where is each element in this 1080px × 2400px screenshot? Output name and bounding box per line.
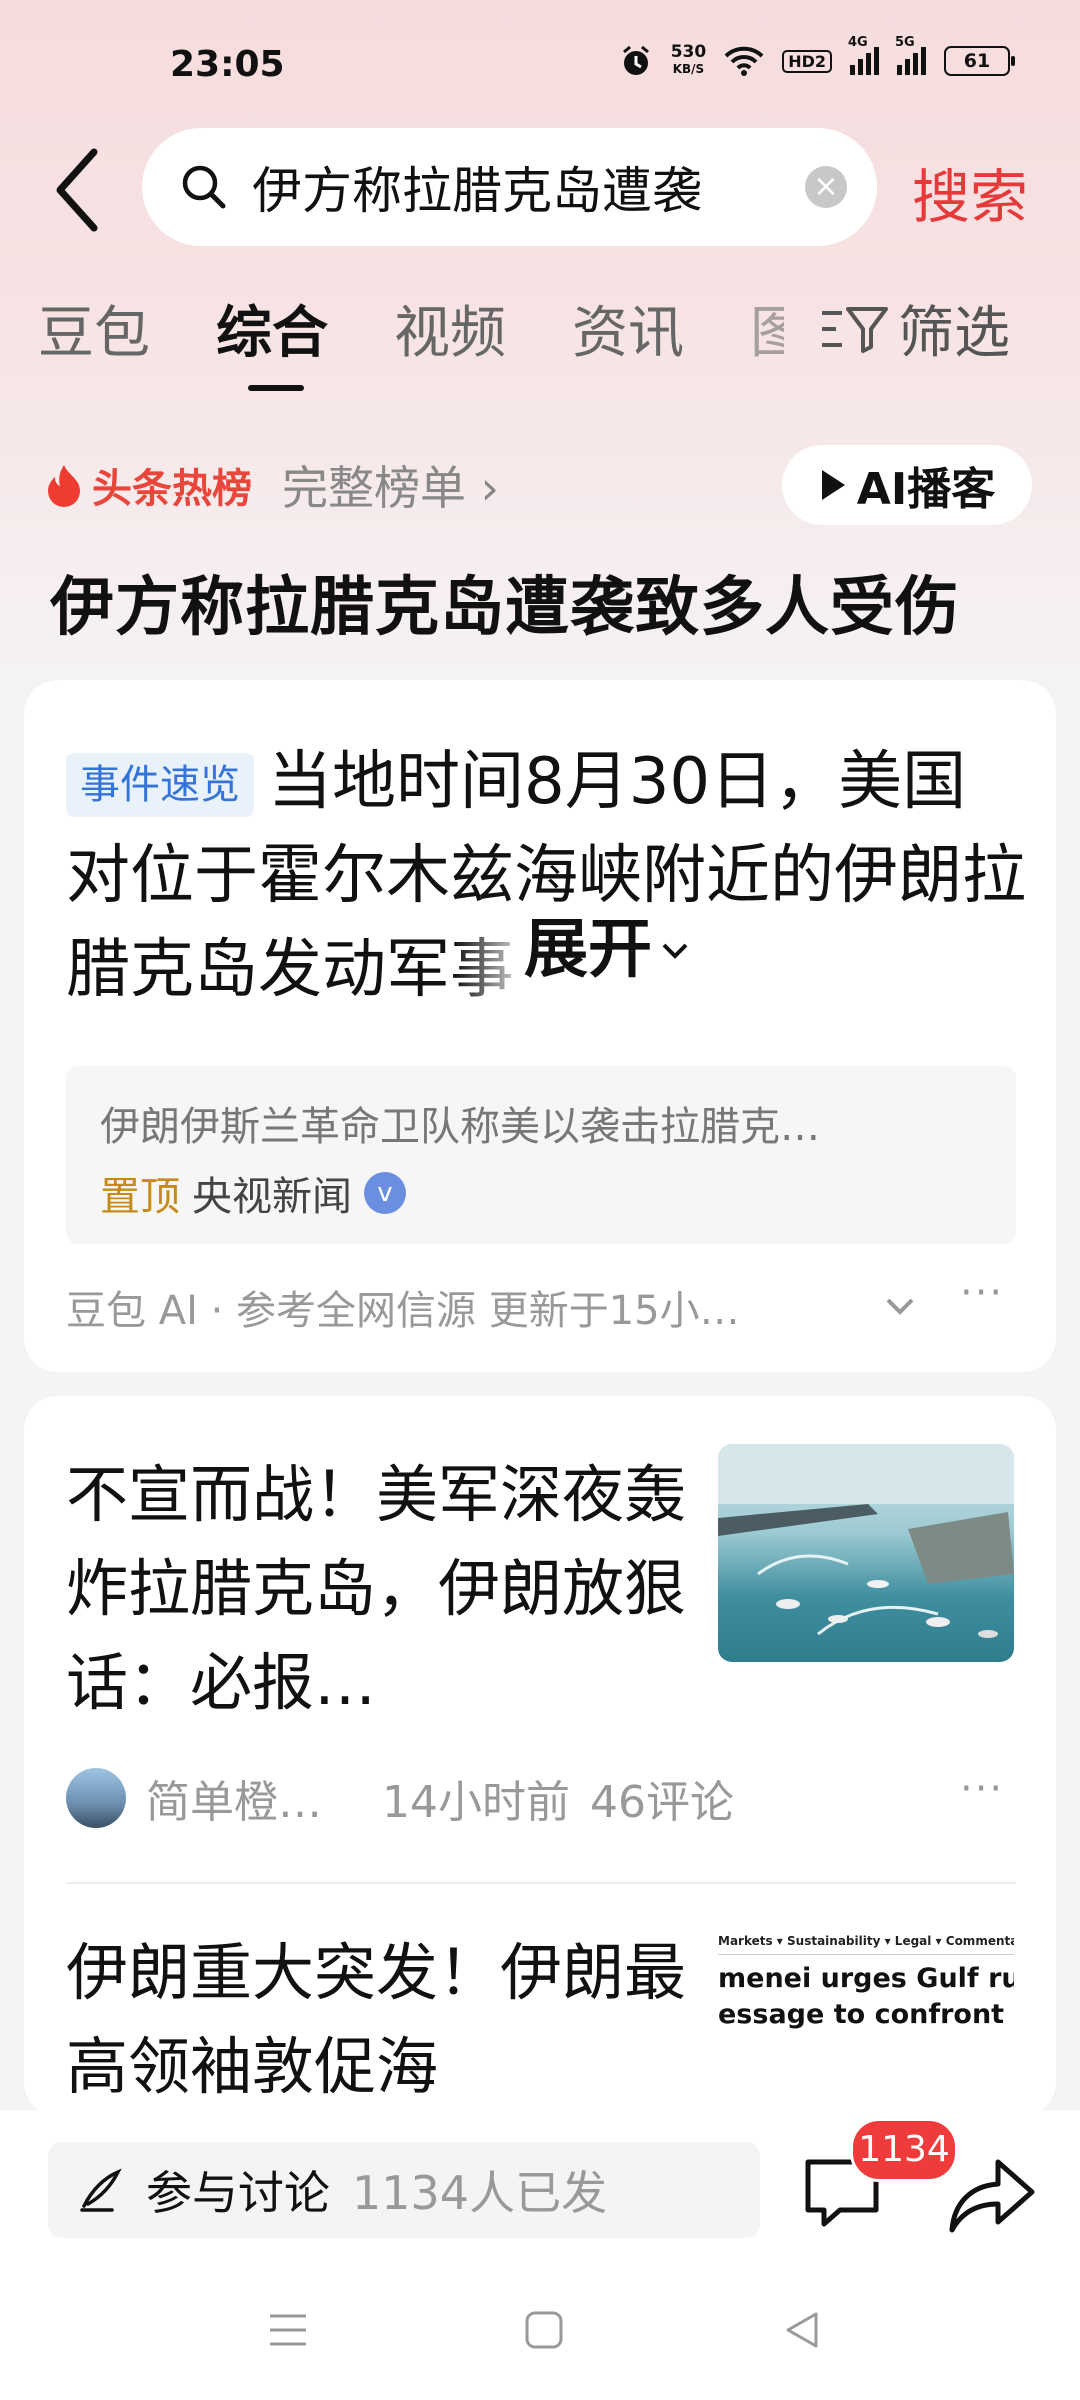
expand-button[interactable]: 展开 — [524, 903, 692, 997]
summary-card[interactable]: 事件速览 当地时间8月30日，美国对位于霍尔木兹海峡附近的伊朗拉腊克岛发动军事 展… — [24, 680, 1056, 1372]
news-title[interactable]: 伊朗重大突发！伊朗最高领袖敦促海 — [66, 1926, 686, 2114]
news-comments: 46评论 — [590, 1777, 734, 1828]
pinned-source-box[interactable]: 伊朗伊斯兰革命卫队称美以袭击拉腊克… 置顶 央视新闻 v — [66, 1066, 1016, 1244]
filter-button[interactable]: 筛选 — [820, 288, 1010, 369]
author-name[interactable]: 简单橙… — [146, 1766, 322, 1830]
ai-podcast-button[interactable]: AI播客 — [782, 445, 1032, 525]
news-card: 不宣而战！美军深夜轰炸拉腊克岛，伊朗放狠话：必报… 简单橙… 14小时前 46评… — [24, 1396, 1056, 2126]
tab-news[interactable]: 资讯 — [572, 288, 684, 369]
discuss-label: 参与讨论 — [146, 2166, 330, 2220]
hot-list-row[interactable]: 头条热榜 完整榜单 › — [46, 452, 499, 518]
signal-5g-icon: 5G — [895, 35, 926, 75]
event-badge: 事件速览 — [66, 753, 254, 818]
news-thumbnail[interactable] — [718, 1444, 1014, 1662]
comment-count-badge: 1134 — [850, 2118, 958, 2182]
back-arrow-icon[interactable] — [48, 140, 108, 240]
collapse-chevron-icon[interactable] — [882, 1288, 918, 1324]
expand-label: 展开 — [524, 913, 652, 987]
boats-image — [718, 1444, 1014, 1638]
pinned-label: 置顶 — [100, 1174, 180, 1220]
share-icon[interactable] — [948, 2156, 1038, 2236]
status-time: 23:05 — [170, 44, 285, 85]
more-icon[interactable]: ··· — [960, 1270, 1004, 1316]
pinned-text: 伊朗伊斯兰革命卫队称美以袭击拉腊克… — [100, 1104, 820, 1150]
source-name: 央视新闻 — [192, 1174, 352, 1220]
tab-images[interactable]: 图 — [750, 288, 784, 369]
alarm-icon — [622, 45, 649, 75]
thumbnail-nav-text: Markets ▾ Sustainability ▾ Legal ▾ Comme… — [718, 1934, 1014, 1948]
author-avatar[interactable] — [66, 1768, 126, 1828]
back-icon[interactable] — [782, 2310, 822, 2350]
hot-list-label: 头条热榜 — [92, 466, 252, 512]
status-bar: 23:05 530 KB/S HD2 4G 5G 61 — [0, 0, 1080, 130]
home-icon[interactable] — [524, 2310, 564, 2350]
status-icons: 530 KB/S HD2 4G 5G 61 — [619, 35, 1015, 78]
filter-label: 筛选 — [898, 301, 1010, 366]
summary-meta: 豆包 AI · 参考全网信源 更新于15小… — [66, 1288, 740, 1334]
chevron-down-icon — [662, 943, 688, 959]
news-time: 14小时前 — [382, 1777, 570, 1828]
pinned-source: 置顶 央视新闻 v — [100, 1164, 406, 1222]
tab-doubao[interactable]: 豆包 — [38, 288, 150, 369]
thumbnail-divider — [718, 1954, 1014, 1955]
news-meta: 简单橙… 14小时前 46评论 — [66, 1766, 734, 1830]
more-icon[interactable]: ··· — [960, 1766, 1004, 1812]
tab-all[interactable]: 综合 — [216, 288, 328, 369]
search-button[interactable]: 搜索 — [912, 150, 1028, 234]
search-icon — [182, 165, 226, 209]
search-input[interactable]: 伊方称拉腊克岛遭袭 — [252, 151, 812, 223]
clear-icon[interactable]: × — [805, 166, 847, 208]
flame-icon — [48, 465, 80, 507]
verified-icon: v — [364, 1172, 406, 1214]
battery-icon: 61 — [944, 46, 1015, 76]
discuss-count: 1134人已发 — [352, 2166, 608, 2220]
signal-4g-icon: 4G — [848, 35, 879, 75]
pen-icon — [80, 2168, 122, 2212]
search-box[interactable]: 伊方称拉腊克岛遭袭 × — [142, 128, 877, 246]
wifi-icon — [724, 46, 764, 76]
menu-icon[interactable] — [266, 2310, 310, 2350]
discuss-input[interactable]: 参与讨论 1134人已发 — [48, 2142, 760, 2238]
system-nav-bar — [0, 2270, 1080, 2390]
news-thumbnail[interactable]: Markets ▾ Sustainability ▾ Legal ▾ Comme… — [718, 1926, 1014, 2126]
topic-headline: 伊方称拉腊克岛遭袭致多人受伤 — [50, 571, 960, 645]
tab-video[interactable]: 视频 — [394, 288, 506, 369]
ai-podcast-label: AI播客 — [856, 464, 996, 515]
tab-underline — [248, 385, 304, 391]
hd-voice-icon: HD2 — [782, 49, 832, 73]
play-icon — [821, 470, 845, 500]
network-speed: 530 KB/S — [670, 42, 707, 77]
bottom-bar: 参与讨论 1134人已发 1134 — [0, 2110, 1080, 2400]
news-title[interactable]: 不宣而战！美军深夜轰炸拉腊克岛，伊朗放狠话：必报… — [66, 1448, 686, 1730]
full-list-link[interactable]: 完整榜单 › — [282, 452, 499, 518]
filter-icon — [822, 306, 888, 353]
thumbnail-headline: menei urges Gulf rul — [718, 1963, 1014, 1994]
divider — [66, 1882, 1016, 1884]
thumbnail-headline: essage to confront 're — [718, 1999, 1014, 2030]
